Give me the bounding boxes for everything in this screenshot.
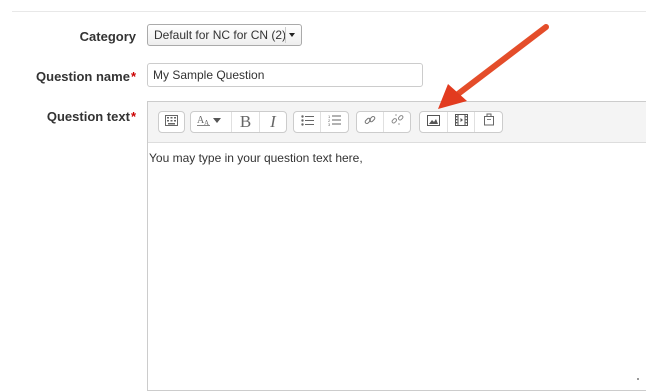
question-text-label: Question text* bbox=[47, 109, 136, 124]
resize-handle[interactable] bbox=[637, 378, 639, 380]
editor-text: You may type in your question text here, bbox=[149, 151, 363, 165]
dropdown-arrow-icon bbox=[289, 33, 295, 37]
media-icon bbox=[454, 113, 468, 131]
required-marker: * bbox=[130, 69, 136, 84]
toolbar-group-toggle bbox=[158, 111, 185, 133]
category-label: Category bbox=[79, 29, 136, 44]
file-manage-icon bbox=[483, 113, 495, 131]
question-name-label: Question name* bbox=[36, 69, 136, 84]
unlink-icon bbox=[391, 113, 404, 131]
toolbar-group-links bbox=[356, 111, 411, 133]
toolbar-toggle-button[interactable] bbox=[159, 112, 184, 132]
editor-content[interactable]: You may type in your question text here, bbox=[148, 143, 646, 165]
image-icon bbox=[427, 113, 440, 131]
category-select[interactable]: Default for NC for CN (2) bbox=[147, 24, 302, 46]
svg-text:3: 3 bbox=[328, 122, 331, 126]
question-name-input[interactable]: My Sample Question bbox=[147, 63, 423, 87]
category-select-value: Default for NC for CN (2) bbox=[154, 28, 287, 42]
question-name-label-text: Question name bbox=[36, 69, 130, 84]
unordered-list-icon bbox=[300, 113, 314, 131]
ordered-list-icon: 1 2 3 bbox=[328, 113, 341, 131]
top-divider bbox=[12, 11, 646, 12]
bold-icon: B bbox=[239, 112, 252, 131]
question-name-value: My Sample Question bbox=[153, 68, 265, 82]
link-button[interactable] bbox=[357, 112, 384, 132]
select-divider bbox=[285, 27, 286, 43]
bold-button[interactable]: B bbox=[232, 112, 260, 132]
toolbar-group-lists: 1 2 3 bbox=[293, 111, 349, 133]
font-style-icon: A A bbox=[197, 113, 225, 131]
toolbar-group-media bbox=[419, 111, 503, 133]
italic-icon: I bbox=[270, 112, 276, 131]
ordered-list-button[interactable]: 1 2 3 bbox=[321, 112, 348, 132]
question-text-editor[interactable]: A A B I 1 2 3 You may type in your quest… bbox=[147, 101, 646, 391]
manage-files-button[interactable] bbox=[475, 112, 502, 132]
question-text-label-text: Question text bbox=[46, 109, 130, 124]
unlink-button[interactable] bbox=[384, 112, 410, 132]
svg-text:A: A bbox=[204, 119, 209, 126]
italic-button[interactable]: I bbox=[260, 112, 286, 132]
editor-toolbar: A A B I 1 2 3 bbox=[148, 102, 646, 143]
required-marker: * bbox=[130, 109, 136, 124]
unordered-list-button[interactable] bbox=[294, 112, 321, 132]
toolbar-toggle-icon bbox=[165, 113, 178, 131]
insert-media-button[interactable] bbox=[448, 112, 475, 132]
font-style-button[interactable]: A A bbox=[191, 112, 232, 132]
link-icon bbox=[364, 113, 376, 131]
insert-image-button[interactable] bbox=[420, 112, 448, 132]
toolbar-group-text-style: A A B I bbox=[190, 111, 287, 133]
